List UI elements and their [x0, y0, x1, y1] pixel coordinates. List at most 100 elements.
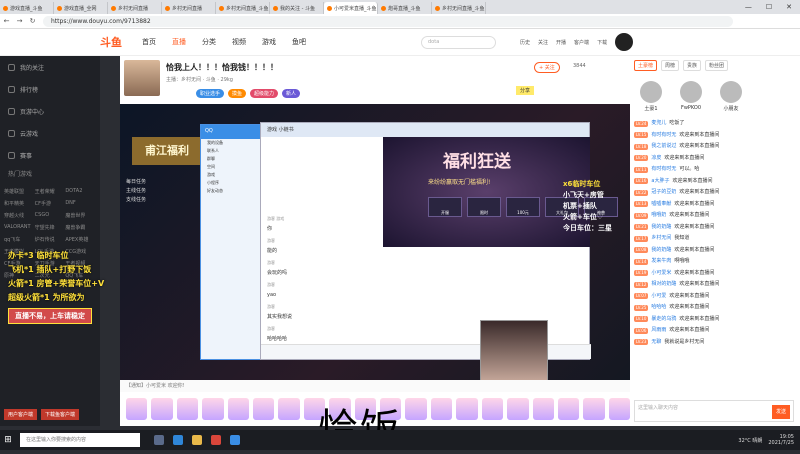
game-link[interactable]: 和平精英: [4, 200, 35, 207]
browser-tab[interactable]: 游戏直播_斗鱼: [0, 2, 54, 14]
user-menu-item[interactable]: 开播: [556, 39, 566, 46]
user-menu-item[interactable]: 客户端: [574, 39, 589, 46]
gift-icon[interactable]: [481, 398, 504, 420]
danmaku-user[interactable]: 冠子的豆奶: [651, 187, 676, 199]
danmaku-user[interactable]: 小可爱: [651, 291, 666, 303]
browser-tab[interactable]: 乡村无间直播_斗鱼: [432, 2, 486, 14]
game-link[interactable]: 魔兽世界: [65, 212, 96, 219]
douyu-logo[interactable]: 斗鱼: [100, 34, 122, 50]
danmaku-user[interactable]: 乡村无间: [651, 233, 671, 245]
chrome-icon[interactable]: [211, 435, 221, 445]
game-link[interactable]: 穿越火线: [4, 212, 35, 219]
room-tag[interactable]: 职业选手: [196, 89, 225, 98]
danmaku-user[interactable]: 我之前说过: [651, 141, 676, 153]
nav-item[interactable]: 鱼吧: [292, 37, 306, 47]
danmaku-user[interactable]: 发来牛肉: [651, 256, 671, 268]
gift-icon[interactable]: [456, 398, 478, 420]
game-link[interactable]: DOTA2: [65, 188, 96, 195]
right-panel-tab[interactable]: 周榜: [661, 60, 680, 71]
avatar[interactable]: [615, 33, 634, 51]
user-menu-item[interactable]: 下载: [597, 39, 607, 46]
danmaku-user[interactable]: 有时有时无: [651, 130, 676, 142]
danmaku-user[interactable]: 哦哦奶: [651, 210, 666, 222]
danmaku-user[interactable]: 我的奶酪: [651, 222, 671, 234]
nav-item[interactable]: 分类: [202, 37, 216, 47]
chat-send-input[interactable]: 这里输入聊天内容 发送: [634, 400, 794, 422]
gift-icon[interactable]: [532, 398, 554, 420]
sidebar-item[interactable]: 云游戏: [0, 122, 100, 144]
qq-icon[interactable]: [230, 435, 240, 445]
nav-item[interactable]: 直播: [172, 37, 186, 47]
gift-icon[interactable]: [227, 398, 250, 420]
gift-icon[interactable]: [583, 398, 605, 420]
taskbar-search[interactable]: 在这里输入你要搜索的内容: [20, 433, 140, 447]
nav-item[interactable]: 视频: [232, 37, 246, 47]
share-button[interactable]: 分享: [516, 86, 535, 95]
sidebar-item[interactable]: 赛事: [0, 144, 100, 166]
nav-item[interactable]: 游戏: [262, 37, 276, 47]
danmaku-user[interactable]: 小可爱米: [651, 268, 671, 280]
danmaku-user[interactable]: 风雨雨: [651, 325, 666, 337]
game-link[interactable]: 魔兽争霸: [65, 224, 96, 231]
gift-icon[interactable]: [253, 398, 275, 420]
danmaku-user[interactable]: a大胖子: [651, 176, 669, 188]
game-link[interactable]: 王者荣耀: [35, 188, 66, 195]
game-link[interactable]: DNF: [65, 200, 96, 207]
back-icon[interactable]: ←: [0, 17, 13, 25]
streamer-avatar[interactable]: [124, 60, 160, 96]
sidebar-item[interactable]: 页游中心: [0, 100, 100, 122]
user-menu-item[interactable]: 关注: [538, 39, 548, 46]
send-button[interactable]: 发送: [772, 405, 790, 419]
browser-tab[interactable]: 乡村无间直播: [108, 2, 162, 14]
task-view-icon[interactable]: [154, 435, 164, 445]
danmaku-user[interactable]: 有时有时无: [651, 164, 676, 176]
game-link[interactable]: CF手游: [35, 200, 66, 207]
gift-icon[interactable]: [202, 398, 224, 420]
gift-icon[interactable]: [126, 398, 148, 420]
gift-icon[interactable]: [507, 398, 529, 420]
minimize-icon[interactable]: —: [745, 3, 752, 11]
follow-button[interactable]: + 关注: [534, 62, 560, 73]
right-panel-tab[interactable]: 粉丝团: [705, 60, 729, 71]
forward-icon[interactable]: →: [13, 17, 26, 25]
rank-entry[interactable]: FwPKO0: [680, 81, 702, 112]
room-tag[interactable]: 超级能力: [250, 89, 279, 98]
room-tag[interactable]: 摸鱼: [228, 89, 247, 98]
danmaku-user[interactable]: 哈哈哈: [651, 302, 666, 314]
game-link[interactable]: qq飞车: [4, 236, 35, 243]
folder-icon[interactable]: [192, 435, 202, 445]
danmaku-user[interactable]: 我的奶酪: [651, 245, 671, 257]
windows-start-icon[interactable]: ⊞: [0, 435, 16, 445]
danmaku-user[interactable]: 嘘嘘奉献: [651, 199, 671, 211]
sidebar-bottom-button[interactable]: 下载鱼客户端: [41, 409, 80, 420]
danmaku-user[interactable]: 暴走的乌鸦: [651, 314, 676, 326]
right-panel-tab[interactable]: 土豪榜: [634, 60, 658, 71]
danmaku-user[interactable]: 凉皮: [651, 153, 661, 165]
browser-tab[interactable]: 乡村无间直播_斗鱼: [216, 2, 270, 14]
browser-tab[interactable]: 乡村无间直播: [162, 2, 216, 14]
user-menu-item[interactable]: 历史: [520, 39, 530, 46]
browser-tab[interactable]: 炮哥直播_斗鱼: [378, 2, 432, 14]
gift-icon[interactable]: [278, 398, 300, 420]
gift-icon[interactable]: [608, 398, 631, 420]
gift-icon[interactable]: [557, 398, 580, 420]
reload-icon[interactable]: ↻: [26, 17, 39, 25]
edge-icon[interactable]: [173, 435, 183, 445]
danmaku-user[interactable]: 无聊: [651, 337, 661, 349]
nav-item[interactable]: 首页: [142, 37, 156, 47]
room-tag[interactable]: 新人: [282, 89, 301, 98]
sidebar-bottom-button[interactable]: 用户客户端: [4, 409, 38, 420]
browser-tab[interactable]: 游戏直播_全网: [54, 2, 108, 14]
danmaku-user[interactable]: 相对的奶酪: [651, 279, 676, 291]
gift-icon[interactable]: [176, 398, 199, 420]
url-input[interactable]: https://www.douyu.com/9713882: [43, 15, 733, 27]
search-input[interactable]: dota: [421, 35, 496, 49]
game-link[interactable]: 英雄联盟: [4, 188, 35, 195]
rank-entry[interactable]: 小朋友: [720, 81, 742, 112]
danmaku-user[interactable]: 麦兜儿: [651, 118, 666, 130]
rank-entry[interactable]: 土豪1: [640, 81, 662, 112]
right-panel-tab[interactable]: 贵族: [683, 60, 702, 71]
sidebar-item[interactable]: 排行榜: [0, 78, 100, 100]
maximize-icon[interactable]: ☐: [766, 3, 772, 11]
video-player[interactable]: 甫江福利 每日任务 主线任务 支线任务 QQ 我的设备 联系人 群聊 空间 游戏 小程序 好友动…: [120, 104, 630, 390]
